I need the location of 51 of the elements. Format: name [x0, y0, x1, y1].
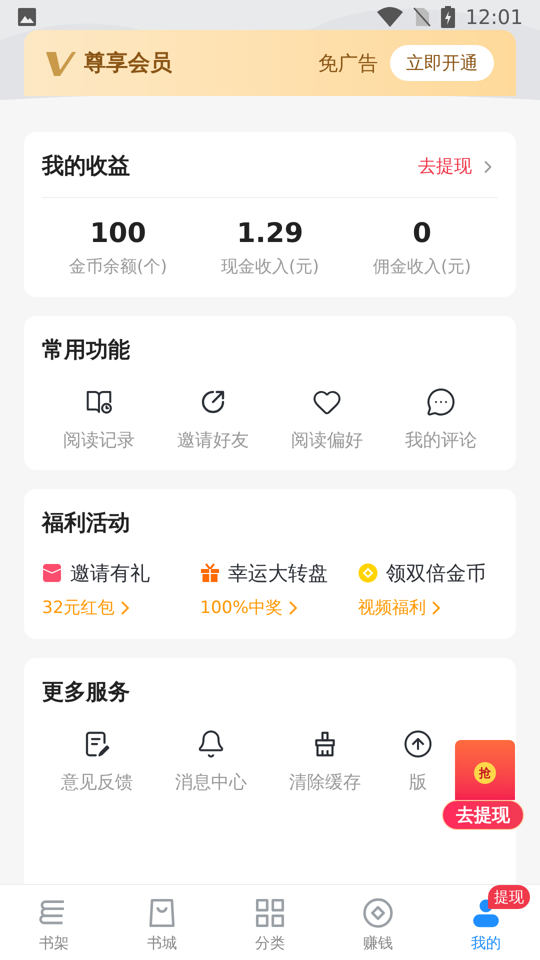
section-title: 我的收益	[42, 153, 130, 181]
activity-title: 领双倍金币	[386, 560, 486, 586]
coin-icon	[358, 562, 378, 582]
grab-badge: 抢	[474, 762, 496, 784]
function-item[interactable]: 阅读偏好	[270, 386, 384, 454]
service-item[interactable]: 消息中心	[175, 729, 247, 796]
vip-perk: 免广告	[318, 50, 378, 77]
tab[interactable]: 书城	[108, 885, 216, 960]
envelope-card[interactable]: 抢	[455, 740, 515, 800]
service-item[interactable]: 意见反馈	[61, 729, 133, 796]
function-item[interactable]: 我的评论	[384, 386, 498, 454]
v-logo-icon	[46, 50, 76, 76]
function-item[interactable]: 阅读记录	[42, 386, 156, 454]
service-item[interactable]: 版	[403, 729, 433, 796]
tab[interactable]: 分类	[216, 885, 324, 960]
chevron-icon	[432, 601, 440, 616]
activity-title: 幸运大转盘	[228, 560, 328, 586]
chevron-icon	[120, 601, 129, 616]
stat-label: 佣金收入(元)	[372, 256, 472, 279]
coin-icon	[361, 896, 395, 930]
withdraw-link[interactable]: 去提现	[418, 153, 498, 180]
withdraw-float-button[interactable]: 去提现	[442, 800, 524, 830]
activity-link[interactable]: 视频福利	[358, 596, 498, 621]
tab-badge: 提现	[488, 885, 530, 909]
vip-title: 尊享会员	[84, 48, 172, 78]
service-item[interactable]: 清除缓存	[289, 729, 361, 796]
section-title: 福利活动	[42, 510, 131, 538]
stat-value: 100	[90, 220, 146, 247]
bell-icon	[196, 729, 226, 759]
gift-icon	[200, 562, 220, 582]
section-title: 常用功能	[42, 336, 131, 364]
upgrade-icon	[403, 729, 433, 759]
section-title: 更多服务	[42, 679, 131, 707]
tab[interactable]: 赚钱	[324, 885, 432, 960]
no-sim-icon	[413, 7, 432, 27]
activity-link[interactable]: 32元红包	[42, 596, 200, 621]
function-item[interactable]: 邀请好友	[156, 386, 270, 454]
stat-value: 0	[412, 220, 432, 247]
activity-title: 邀请有礼	[70, 560, 150, 586]
image-icon	[17, 7, 37, 27]
chevron-icon	[288, 601, 297, 616]
chat-bubble-icon	[426, 386, 456, 416]
activity-link[interactable]: 100%中奖	[200, 596, 358, 621]
envelope-icon	[42, 562, 62, 582]
stat-value: 1.29	[236, 220, 304, 247]
tab[interactable]: 书架	[0, 885, 108, 960]
subscribe-button[interactable]: 立即开通	[390, 45, 494, 81]
stat-label: 金币余额(个)	[68, 256, 168, 279]
status-time: 12:01	[465, 4, 523, 31]
stat-label: 现金收入(元)	[220, 256, 320, 279]
wifi-icon	[377, 7, 404, 27]
